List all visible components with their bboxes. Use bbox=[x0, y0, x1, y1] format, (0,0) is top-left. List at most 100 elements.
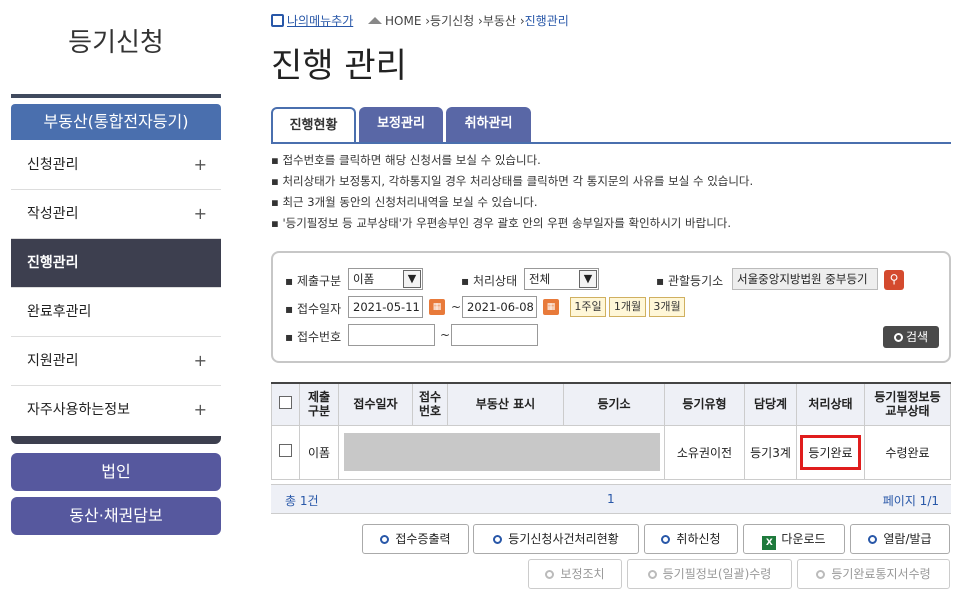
add-my-menu-label: 나의메뉴추가 bbox=[287, 14, 354, 28]
add-my-menu-link[interactable]: 나의메뉴추가 bbox=[271, 12, 353, 29]
office-label: ▪ 관할등기소 bbox=[656, 274, 724, 288]
sidebar-item-label: 자주사용하는정보 bbox=[27, 402, 131, 418]
sidebar-item-frequent[interactable]: 자주사용하는정보 + bbox=[11, 386, 221, 435]
search-button-label: 검색 bbox=[905, 330, 929, 344]
circle-icon bbox=[647, 570, 657, 579]
tab-progress-status[interactable]: 진행현황 bbox=[271, 107, 356, 143]
sidebar-title: 등기신청 bbox=[68, 28, 164, 58]
breadcrumb-home[interactable]: HOME bbox=[385, 14, 421, 28]
tab-withdrawal[interactable]: 취하관리 bbox=[446, 107, 531, 143]
header-delivery-status: 등기필정보등 교부상태 bbox=[864, 382, 951, 426]
sidebar-top-bar bbox=[11, 94, 221, 98]
calendar-icon[interactable]: ▦ bbox=[543, 299, 559, 315]
circle-icon bbox=[816, 570, 826, 579]
bulk-receive-button[interactable]: 등기필정보(일괄)수령 bbox=[627, 559, 792, 589]
circle-icon bbox=[380, 535, 390, 544]
header-checkbox-cell bbox=[271, 382, 300, 426]
breadcrumb-current: 진행관리 bbox=[524, 14, 569, 28]
results-table: 제출 구분 접수일자 접수 번호 부동산 표시 등기소 등기유형 담당계 처리상… bbox=[271, 382, 951, 480]
home-icon bbox=[368, 17, 382, 24]
header-status: 처리상태 bbox=[796, 382, 865, 426]
receipt-no-label: ▪ 접수번호 bbox=[285, 330, 342, 344]
download-button[interactable]: X 다운로드 bbox=[743, 524, 845, 554]
tab-underline bbox=[271, 142, 951, 144]
sidebar-main-category[interactable]: 부동산(통합전자등기) bbox=[11, 104, 221, 140]
sidebar-item-label: 완료후관리 bbox=[27, 304, 92, 320]
date-label: ▪ 접수일자 bbox=[285, 302, 342, 316]
header-registration-type: 등기유형 bbox=[664, 382, 745, 426]
sidebar-item-apply[interactable]: 신청관리 + bbox=[11, 141, 221, 190]
sidebar-item-after[interactable]: 완료후관리 bbox=[11, 288, 221, 337]
receipt-no-from-input[interactable] bbox=[348, 324, 435, 346]
breadcrumb-realestate[interactable]: 부동산 bbox=[483, 14, 516, 28]
redacted-block bbox=[343, 433, 660, 471]
plus-icon: + bbox=[193, 204, 207, 223]
masked-cells bbox=[338, 424, 665, 480]
calendar-icon[interactable]: ▦ bbox=[429, 299, 445, 315]
office-field[interactable]: 서울중앙지방법원 중부등기 bbox=[732, 268, 878, 290]
sidebar-item-write[interactable]: 작성관리 + bbox=[11, 190, 221, 239]
date-range-tilde: ~ bbox=[451, 300, 462, 314]
movable-collateral-button[interactable]: 동산·채권담보 bbox=[11, 497, 221, 535]
corporation-button[interactable]: 법인 bbox=[11, 453, 221, 491]
case-status-button[interactable]: 등기신청사건처리현황 bbox=[473, 524, 639, 554]
circle-icon bbox=[545, 570, 555, 579]
receipt-print-button[interactable]: 접수증출력 bbox=[362, 524, 469, 554]
circle-icon bbox=[868, 535, 878, 544]
withdraw-apply-button[interactable]: 취하신청 bbox=[644, 524, 738, 554]
cell-status: 등기완료 bbox=[796, 424, 865, 480]
search-icon bbox=[893, 333, 903, 342]
view-issue-button[interactable]: 열람/발급 bbox=[850, 524, 950, 554]
period-1month-button[interactable]: 1개월 bbox=[609, 297, 646, 317]
notice-line: ▪ 처리상태가 보정통지, 각하통지일 경우 처리상태를 클릭하면 각 통지문의… bbox=[271, 174, 754, 188]
receipt-no-to-input[interactable] bbox=[451, 324, 538, 346]
plus-icon: + bbox=[193, 351, 207, 370]
header-team: 담당계 bbox=[744, 382, 797, 426]
status-label: ▪ 처리상태 bbox=[461, 274, 518, 288]
table-row: 이폼 소유권이전 등기3계 등기완료 수령완료 bbox=[271, 424, 951, 480]
cell-team[interactable]: 등기3계 bbox=[744, 424, 797, 480]
receipt-range-tilde: ~ bbox=[440, 328, 451, 342]
date-from-input[interactable]: 2021-05-11 bbox=[348, 296, 423, 318]
sidebar-item-support[interactable]: 지원관리 + bbox=[11, 337, 221, 386]
tab-correction[interactable]: 보정관리 bbox=[359, 107, 443, 143]
notice-line: ▪ 최근 3개월 동안의 신청처리내역을 보실 수 있습니다. bbox=[271, 195, 538, 209]
sidebar-item-label: 작성관리 bbox=[27, 206, 79, 222]
header-property: 부동산 표시 bbox=[447, 382, 564, 426]
row-checkbox-cell bbox=[271, 424, 300, 480]
sidebar-item-label: 지원관리 bbox=[27, 353, 79, 369]
period-1week-button[interactable]: 1주일 bbox=[570, 297, 606, 317]
breadcrumb: HOME ›등기신청 ›부동산 ›진행관리 bbox=[368, 12, 569, 29]
select-all-checkbox[interactable] bbox=[279, 396, 292, 410]
page-info: 페이지 1/1 bbox=[882, 494, 939, 508]
notice-line: ▪ '등기필정보 등 교부상태'가 우편송부인 경우 괄호 안의 우편 송부일자… bbox=[271, 216, 732, 230]
submit-type-select[interactable]: 이폼 ▼ bbox=[348, 268, 423, 290]
date-to-input[interactable]: 2021-06-08 bbox=[462, 296, 537, 318]
notice-line: ▪ 접수번호를 클릭하면 해당 신청서를 보실 수 있습니다. bbox=[271, 153, 541, 167]
sidebar-item-label: 진행관리 bbox=[27, 255, 79, 271]
breadcrumb-apply[interactable]: 등기신청 bbox=[430, 14, 474, 28]
plus-icon: + bbox=[193, 155, 207, 174]
total-count: 총 1건 bbox=[285, 494, 319, 508]
correction-action-button[interactable]: 보정조치 bbox=[528, 559, 622, 589]
search-panel: ▪ 제출구분 이폼 ▼ ▪ 처리상태 전체 ▼ ▪ 관할등기소 서울중앙지방법원 중… bbox=[271, 251, 951, 363]
page-number-link[interactable]: 1 bbox=[607, 492, 615, 506]
excel-icon: X bbox=[762, 536, 777, 550]
table-header-row: 제출 구분 접수일자 접수 번호 부동산 표시 등기소 등기유형 담당계 처리상… bbox=[271, 382, 951, 426]
period-3month-button[interactable]: 3개월 bbox=[649, 297, 685, 317]
page-title: 진행 관리 bbox=[271, 46, 407, 86]
header-registry-office: 등기소 bbox=[563, 382, 665, 426]
cell-submit-type: 이폼 bbox=[299, 424, 339, 480]
header-receipt-date: 접수일자 bbox=[338, 382, 413, 426]
search-icon[interactable]: ⚲ bbox=[884, 270, 904, 290]
search-button[interactable]: 검색 bbox=[883, 326, 939, 348]
completion-notice-button[interactable]: 등기완료통지서수령 bbox=[797, 559, 950, 589]
chevron-down-icon: ▼ bbox=[579, 270, 597, 288]
cell-registration-type[interactable]: 소유권이전 bbox=[664, 424, 745, 480]
circle-icon bbox=[661, 535, 671, 544]
header-submit-type: 제출 구분 bbox=[299, 382, 339, 426]
status-link[interactable]: 등기완료 bbox=[800, 434, 861, 470]
status-select[interactable]: 전체 ▼ bbox=[524, 268, 599, 290]
row-checkbox[interactable] bbox=[279, 444, 292, 457]
sidebar-item-progress[interactable]: 진행관리 bbox=[11, 239, 221, 288]
